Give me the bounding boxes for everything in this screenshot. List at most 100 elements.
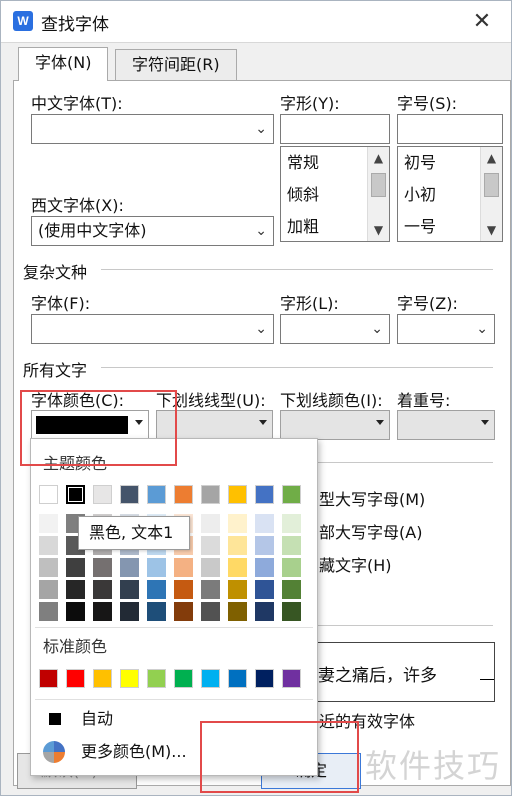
theme-shade-swatch[interactable] [228, 558, 247, 577]
style-list-scrollbar[interactable]: ▲ ▼ [367, 147, 389, 241]
theme-shade-swatch[interactable] [282, 558, 301, 577]
theme-color-swatch[interactable] [39, 485, 58, 504]
style-label: 字形(Y): [280, 94, 340, 113]
divider [101, 367, 493, 368]
size-list[interactable]: 初号 小初 一号 ▲ ▼ [397, 146, 503, 242]
scroll-up-icon[interactable]: ▲ [481, 147, 502, 169]
theme-shade-swatch[interactable] [282, 580, 301, 599]
theme-shade-swatch[interactable] [174, 580, 193, 599]
theme-shade-swatch[interactable] [255, 558, 274, 577]
caret-down-icon [481, 420, 489, 425]
emphasis-label: 着重号: [397, 391, 451, 410]
tab-character-spacing[interactable]: 字符间距(R) [115, 49, 237, 81]
theme-shade-swatch[interactable] [255, 580, 274, 599]
underline-style-dropdown[interactable] [156, 410, 273, 440]
theme-shade-swatch[interactable] [174, 558, 193, 577]
theme-shade-swatch[interactable] [120, 558, 139, 577]
theme-shade-swatch[interactable] [201, 580, 220, 599]
theme-color-swatch[interactable] [147, 485, 166, 504]
theme-color-swatch[interactable] [93, 485, 112, 504]
theme-shade-swatch[interactable] [93, 602, 112, 621]
theme-color-swatch[interactable] [255, 485, 274, 504]
theme-shade-swatch[interactable] [39, 536, 58, 555]
theme-shade-swatch[interactable] [39, 602, 58, 621]
theme-shade-swatch[interactable] [201, 514, 220, 533]
close-button[interactable]: ✕ [467, 7, 497, 37]
theme-shade-swatch[interactable] [66, 558, 85, 577]
theme-shade-swatch[interactable] [66, 580, 85, 599]
theme-shade-swatch[interactable] [228, 602, 247, 621]
scroll-down-icon[interactable]: ▼ [481, 219, 502, 241]
theme-shade-swatch[interactable] [255, 514, 274, 533]
font-dialog: W 查找字体 ✕ 字体(N) 字符间距(R) 中文字体(T): ⌄ 字形(Y):… [0, 0, 512, 796]
theme-color-swatch[interactable] [120, 485, 139, 504]
theme-shade-swatch[interactable] [201, 558, 220, 577]
complex-font-combo[interactable]: ⌄ [31, 314, 274, 344]
theme-shade-swatch[interactable] [147, 558, 166, 577]
standard-color-swatch[interactable] [39, 669, 58, 688]
theme-shade-swatch[interactable] [39, 558, 58, 577]
theme-shade-swatch[interactable] [120, 602, 139, 621]
theme-shade-swatch[interactable] [228, 514, 247, 533]
theme-shade-swatch[interactable] [120, 580, 139, 599]
style-list[interactable]: 常规 倾斜 加粗 ▲ ▼ [280, 146, 390, 242]
theme-shade-swatch[interactable] [201, 602, 220, 621]
chinese-font-combo[interactable]: ⌄ [31, 114, 274, 144]
scroll-down-icon[interactable]: ▼ [368, 219, 389, 241]
theme-shade-swatch[interactable] [282, 514, 301, 533]
size-list-scrollbar[interactable]: ▲ ▼ [480, 147, 502, 241]
theme-shade-swatch[interactable] [255, 536, 274, 555]
standard-color-swatch[interactable] [120, 669, 139, 688]
theme-color-swatch[interactable] [201, 485, 220, 504]
standard-color-swatch[interactable] [282, 669, 301, 688]
size-input[interactable] [397, 114, 503, 144]
theme-shade-swatch[interactable] [282, 536, 301, 555]
all-caps-checkbox[interactable]: 部大写字母(A) [319, 519, 422, 543]
divider [35, 699, 313, 700]
theme-shade-swatch[interactable] [255, 602, 274, 621]
divider [35, 627, 313, 628]
theme-shade-swatch[interactable] [228, 580, 247, 599]
standard-color-swatch[interactable] [147, 669, 166, 688]
theme-shade-swatch[interactable] [93, 580, 112, 599]
standard-color-swatch[interactable] [255, 669, 274, 688]
theme-color-swatch[interactable] [174, 485, 193, 504]
standard-color-swatch[interactable] [228, 669, 247, 688]
theme-color-swatch[interactable] [66, 485, 85, 504]
style-input[interactable] [280, 114, 390, 144]
hidden-text-checkbox[interactable]: 藏文字(H) [319, 552, 392, 576]
standard-color-swatch[interactable] [66, 669, 85, 688]
western-font-label: 西文字体(X): [31, 196, 124, 215]
preview-box: 妻之痛后，许多 [301, 642, 495, 702]
scroll-up-icon[interactable]: ▲ [368, 147, 389, 169]
theme-shade-swatch[interactable] [228, 536, 247, 555]
theme-shade-swatch[interactable] [39, 580, 58, 599]
western-font-combo[interactable]: (使用中文字体) ⌄ [31, 216, 274, 246]
automatic-color-item[interactable]: 自动 [31, 704, 317, 734]
theme-shade-swatch[interactable] [282, 602, 301, 621]
theme-shade-swatch[interactable] [201, 536, 220, 555]
scroll-thumb[interactable] [371, 173, 386, 197]
font-color-dropdown[interactable] [31, 410, 149, 440]
standard-color-swatch[interactable] [93, 669, 112, 688]
standard-color-swatch[interactable] [201, 669, 220, 688]
theme-shade-swatch[interactable] [147, 602, 166, 621]
theme-color-swatch[interactable] [282, 485, 301, 504]
emphasis-dropdown[interactable] [397, 410, 495, 440]
theme-shade-swatch[interactable] [39, 514, 58, 533]
scroll-thumb[interactable] [484, 173, 499, 197]
font-color-label: 字体颜色(C): [31, 391, 125, 410]
tab-font[interactable]: 字体(N) [18, 47, 109, 81]
theme-color-swatch[interactable] [228, 485, 247, 504]
small-caps-checkbox[interactable]: 型大写字母(M) [319, 486, 425, 510]
chevron-down-icon: ⌄ [371, 321, 383, 337]
theme-shade-swatch[interactable] [66, 602, 85, 621]
theme-shade-swatch[interactable] [174, 602, 193, 621]
theme-shade-swatch[interactable] [93, 558, 112, 577]
more-colors-item[interactable]: 更多颜色(M)... [31, 737, 317, 767]
complex-style-combo[interactable]: ⌄ [280, 314, 390, 344]
complex-size-combo[interactable]: ⌄ [397, 314, 495, 344]
theme-shade-swatch[interactable] [147, 580, 166, 599]
standard-color-swatch[interactable] [174, 669, 193, 688]
underline-color-dropdown[interactable] [280, 410, 390, 440]
